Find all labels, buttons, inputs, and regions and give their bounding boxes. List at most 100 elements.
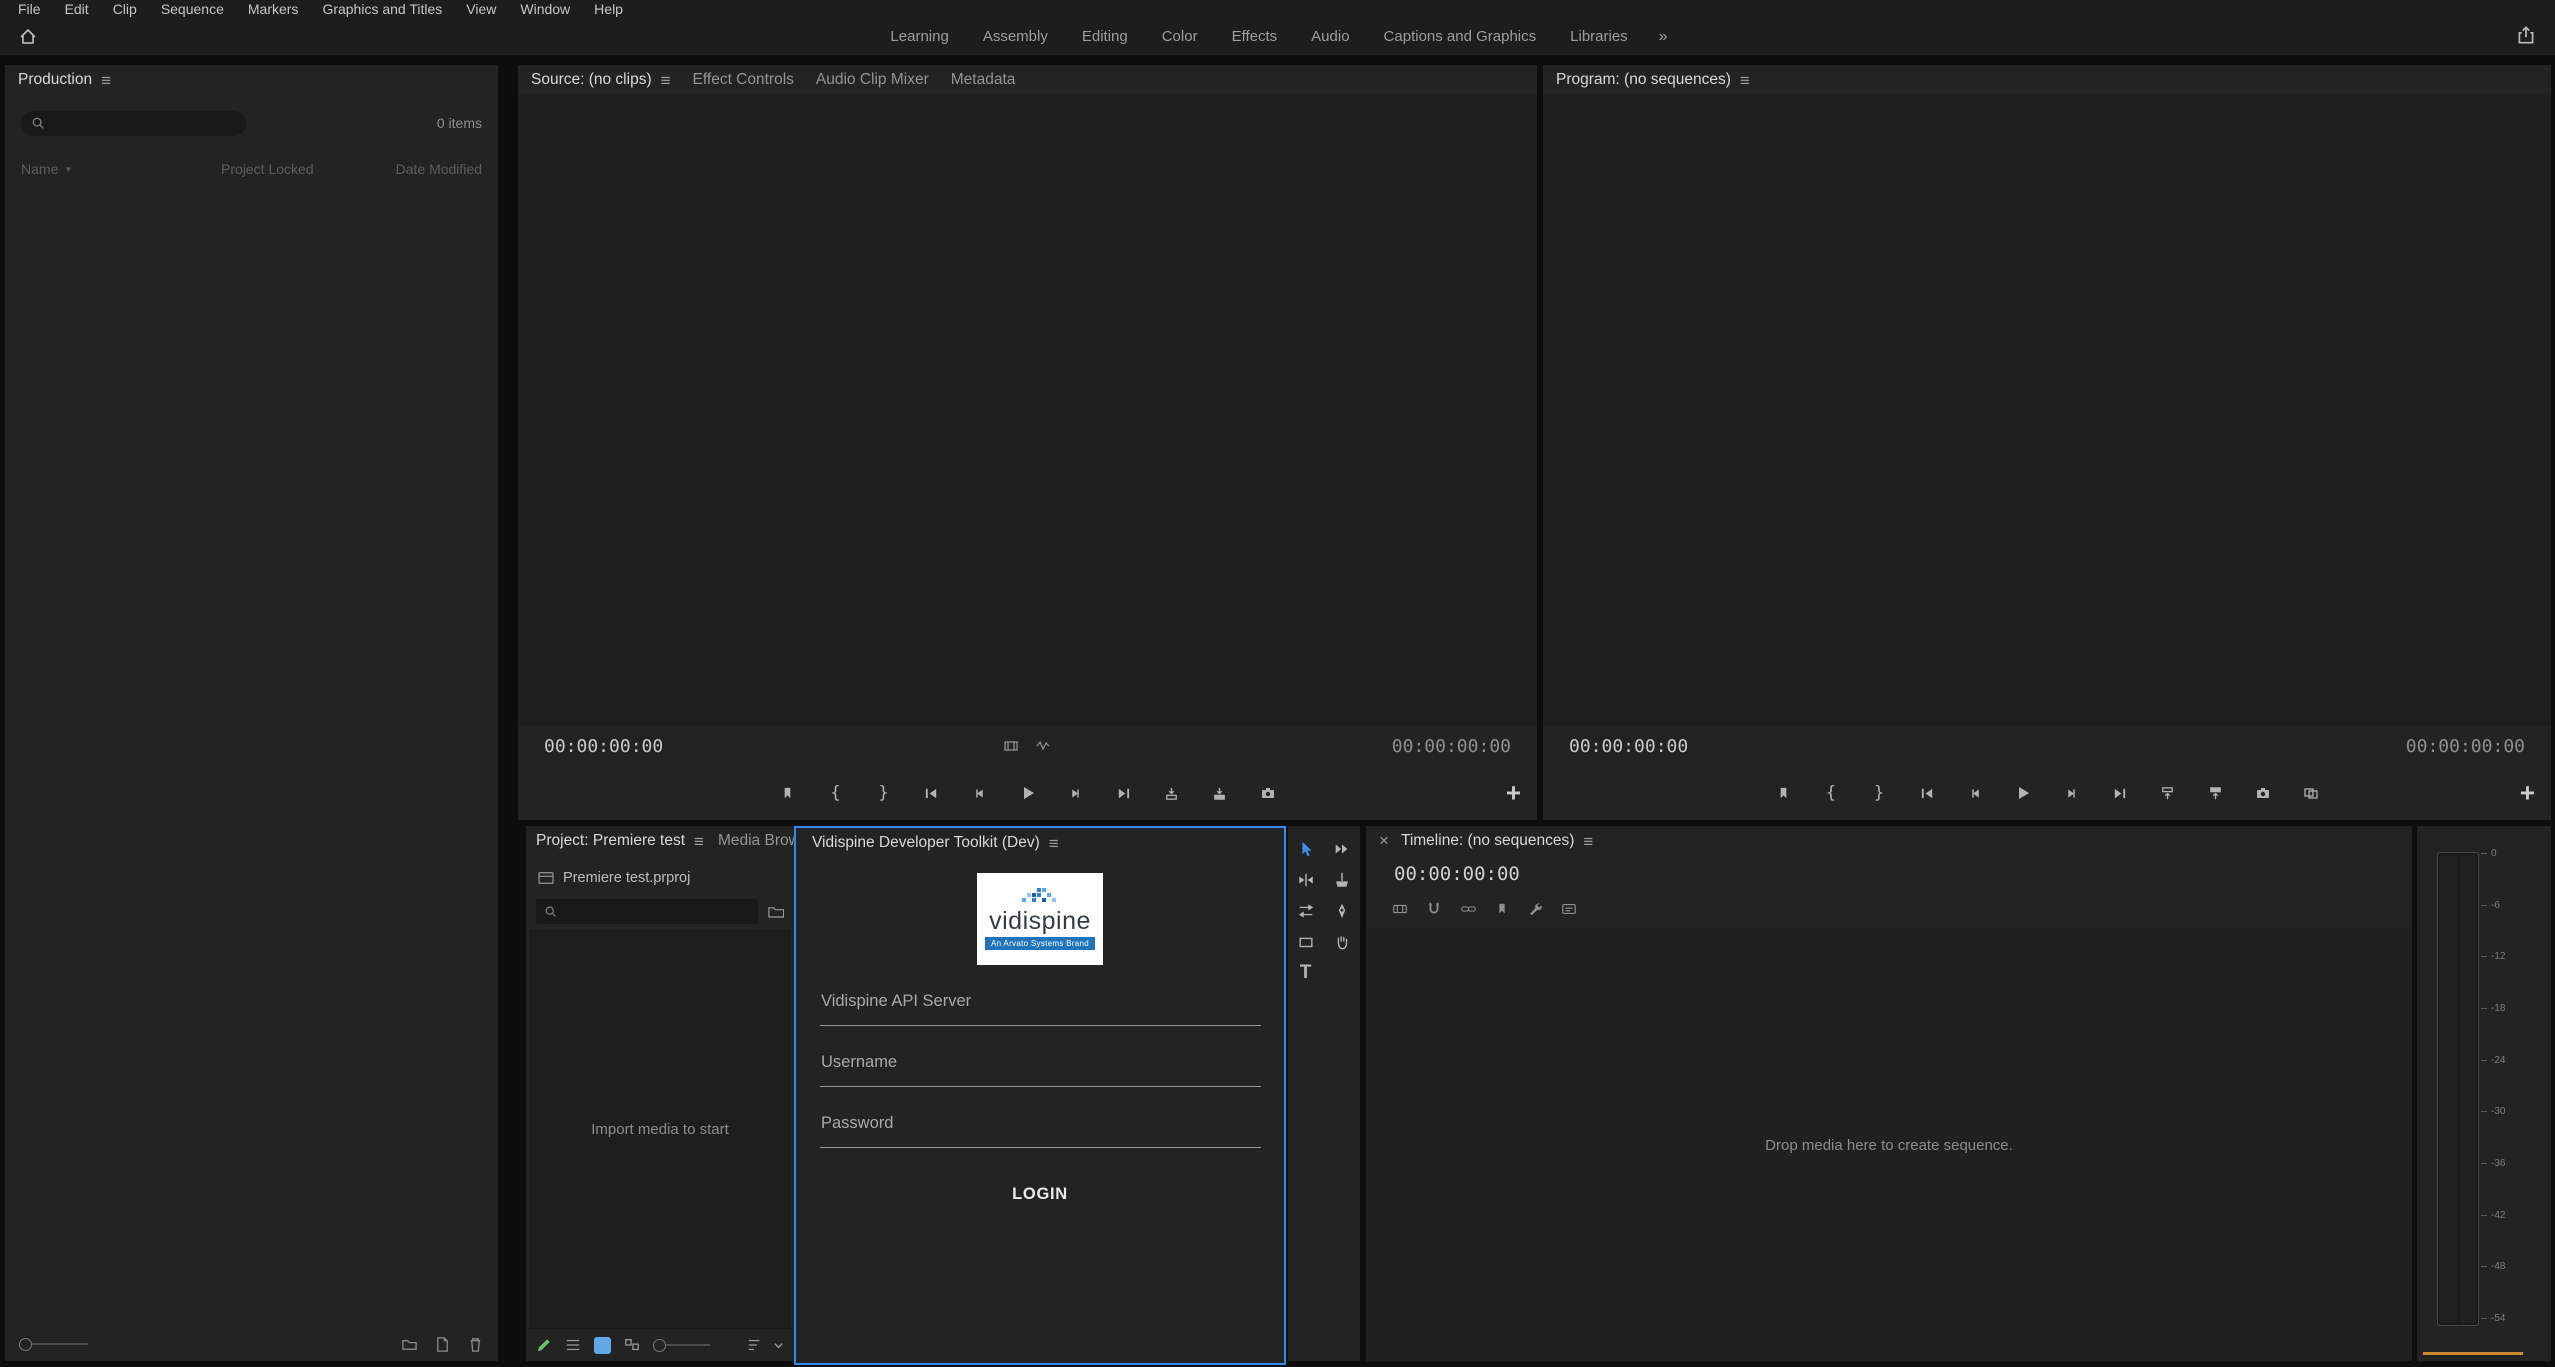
program-current-timecode[interactable]: 00:00:00:00	[1569, 736, 1688, 757]
project-empty-list[interactable]: Import media to start	[530, 930, 790, 1329]
extract-icon[interactable]	[2203, 781, 2227, 805]
column-header-date-modified[interactable]: Date Modified	[396, 161, 482, 177]
export-frame-icon[interactable]	[2251, 781, 2275, 805]
timeline-drop-area[interactable]: Drop media here to create sequence.	[1366, 929, 2412, 1361]
login-button[interactable]: LOGIN	[1006, 1184, 1074, 1205]
menu-file[interactable]: File	[6, 0, 53, 18]
type-tool-icon[interactable]: T	[1292, 959, 1319, 986]
password-field[interactable]	[820, 1112, 1261, 1148]
menu-view[interactable]: View	[454, 0, 508, 18]
mark-in-button[interactable]: {	[1819, 781, 1843, 805]
trash-icon[interactable]	[467, 1336, 484, 1353]
vidispine-panel-menu-icon[interactable]: ≡	[1049, 835, 1059, 852]
close-icon[interactable]: ×	[1379, 831, 1389, 851]
tab-production[interactable]: Production ≡	[18, 71, 111, 89]
workspace-tab-captions-and-graphics[interactable]: Captions and Graphics	[1367, 21, 1554, 52]
tab-timeline[interactable]: Timeline: (no sequences) ≡	[1401, 832, 1593, 850]
workspace-tab-audio[interactable]: Audio	[1294, 21, 1366, 52]
project-search-input[interactable]	[536, 899, 758, 924]
captions-icon[interactable]	[1561, 901, 1577, 917]
mark-in-button[interactable]: {	[824, 781, 848, 805]
step-forward-icon[interactable]	[2059, 781, 2083, 805]
menu-edit[interactable]: Edit	[53, 0, 101, 18]
source-panel-menu-icon[interactable]: ≡	[661, 72, 671, 89]
insert-as-nest-icon[interactable]	[1392, 901, 1408, 917]
tab-audio-clip-mixer[interactable]: Audio Clip Mixer	[816, 71, 929, 89]
program-button-editor-plus[interactable]: +	[2520, 778, 2535, 809]
production-zoom-slider[interactable]	[19, 1338, 88, 1351]
step-forward-icon[interactable]	[1064, 781, 1088, 805]
workspace-tab-effects[interactable]: Effects	[1215, 21, 1295, 52]
workspace-tab-editing[interactable]: Editing	[1065, 21, 1145, 52]
comparison-view-icon[interactable]	[2299, 781, 2323, 805]
pen-tool-icon[interactable]	[1328, 897, 1355, 924]
workspace-overflow-chevron[interactable]: »	[1645, 21, 1682, 53]
menu-clip[interactable]: Clip	[101, 0, 149, 18]
step-back-icon[interactable]	[968, 781, 992, 805]
project-panel-menu-icon[interactable]: ≡	[694, 833, 704, 850]
selection-tool-icon[interactable]	[1292, 835, 1319, 862]
workspace-tab-color[interactable]: Color	[1145, 21, 1215, 52]
rectangle-tool-icon[interactable]	[1292, 928, 1319, 955]
source-current-timecode[interactable]: 00:00:00:00	[544, 736, 663, 757]
add-marker-icon[interactable]	[1495, 902, 1509, 916]
timeline-settings-wrench-icon[interactable]	[1527, 901, 1543, 917]
home-icon[interactable]	[14, 23, 41, 50]
razor-tool-icon[interactable]	[1328, 866, 1355, 893]
overwrite-icon[interactable]	[1208, 781, 1232, 805]
menu-markers[interactable]: Markers	[236, 0, 311, 18]
username-field[interactable]	[820, 1051, 1261, 1087]
ripple-edit-tool-icon[interactable]	[1292, 866, 1319, 893]
project-file-row[interactable]: Premiere test.prproj	[526, 856, 794, 891]
tab-program[interactable]: Program: (no sequences) ≡	[1556, 71, 1750, 89]
project-search-field[interactable]	[564, 903, 750, 921]
snap-magnet-icon[interactable]	[1426, 901, 1442, 917]
linked-selection-icon[interactable]	[1460, 901, 1477, 917]
writable-pencil-icon[interactable]	[536, 1337, 552, 1353]
workspace-tab-learning[interactable]: Learning	[873, 21, 965, 52]
zoom-slider-knob[interactable]	[19, 1338, 32, 1351]
drag-video-icon[interactable]	[1003, 738, 1019, 754]
icon-view-button[interactable]	[594, 1337, 611, 1354]
workspace-tab-libraries[interactable]: Libraries	[1553, 21, 1645, 52]
tab-vidispine-toolkit[interactable]: Vidispine Developer Toolkit (Dev) ≡	[812, 834, 1059, 852]
step-back-icon[interactable]	[1963, 781, 1987, 805]
api-server-field[interactable]	[820, 990, 1261, 1026]
column-header-name[interactable]: Name ▼	[21, 161, 221, 177]
new-bin-icon[interactable]	[401, 1336, 418, 1353]
freeform-view-icon[interactable]	[624, 1337, 640, 1353]
sort-icon[interactable]	[747, 1337, 763, 1353]
go-to-in-icon[interactable]	[1915, 781, 1939, 805]
workspace-tab-assembly[interactable]: Assembly	[966, 21, 1065, 52]
slip-tool-icon[interactable]	[1292, 897, 1319, 924]
tab-metadata[interactable]: Metadata	[951, 71, 1016, 89]
project-zoom-slider[interactable]	[653, 1339, 710, 1352]
zoom-slider-knob[interactable]	[653, 1339, 666, 1352]
timeline-playhead-timecode[interactable]: 00:00:00:00	[1366, 856, 2412, 889]
track-select-forward-tool-icon[interactable]	[1328, 835, 1355, 862]
new-item-icon[interactable]	[434, 1336, 451, 1353]
production-panel-menu-icon[interactable]: ≡	[101, 72, 111, 89]
chevron-down-icon[interactable]	[773, 1340, 784, 1351]
timeline-panel-menu-icon[interactable]: ≡	[1583, 833, 1593, 850]
mark-out-button[interactable]: }	[872, 781, 896, 805]
hand-tool-icon[interactable]	[1328, 928, 1355, 955]
menu-sequence[interactable]: Sequence	[149, 0, 236, 18]
menu-graphics-and-titles[interactable]: Graphics and Titles	[310, 0, 454, 18]
search-bin-folder-icon[interactable]	[768, 904, 784, 919]
production-search-input[interactable]	[21, 111, 246, 136]
export-frame-icon[interactable]	[1256, 781, 1280, 805]
program-panel-menu-icon[interactable]: ≡	[1740, 72, 1750, 89]
share-export-icon[interactable]	[2515, 24, 2537, 46]
mark-out-button[interactable]: }	[1867, 781, 1891, 805]
go-to-in-icon[interactable]	[920, 781, 944, 805]
source-button-editor-plus[interactable]: +	[1506, 778, 1521, 809]
menu-window[interactable]: Window	[508, 0, 582, 18]
production-search-field[interactable]	[52, 114, 236, 132]
go-to-out-icon[interactable]	[1112, 781, 1136, 805]
go-to-out-icon[interactable]	[2107, 781, 2131, 805]
play-button-icon[interactable]	[2011, 781, 2035, 805]
tab-project[interactable]: Project: Premiere test ≡	[536, 832, 704, 850]
insert-icon[interactable]	[1160, 781, 1184, 805]
add-marker-icon[interactable]	[776, 781, 800, 805]
